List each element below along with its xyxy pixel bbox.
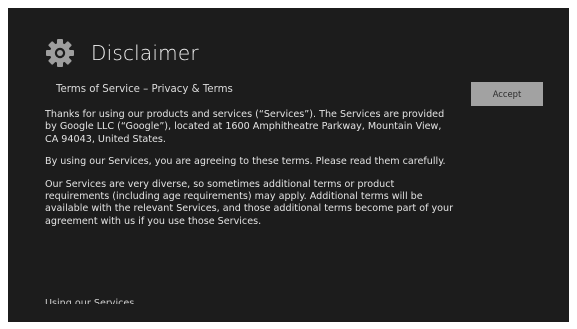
terms-paragraph: Thanks for using our products and servic… xyxy=(45,109,445,145)
terms-body: Thanks for using our products and servic… xyxy=(45,109,455,238)
page-title: Disclaimer xyxy=(91,41,199,65)
terms-subtitle: Terms of Service – Privacy & Terms xyxy=(56,84,233,95)
terms-paragraph: By using our Services, you are agreeing … xyxy=(45,156,446,168)
section-heading-cut-off: Using our Services xyxy=(45,298,135,304)
gear-icon xyxy=(46,39,74,67)
accept-button[interactable]: Accept xyxy=(471,82,543,106)
header: Disclaimer xyxy=(45,38,199,68)
terms-paragraph: Our Services are very diverse, so someti… xyxy=(45,178,454,227)
disclaimer-screen: Disclaimer Terms of Service – Privacy & … xyxy=(8,8,569,322)
